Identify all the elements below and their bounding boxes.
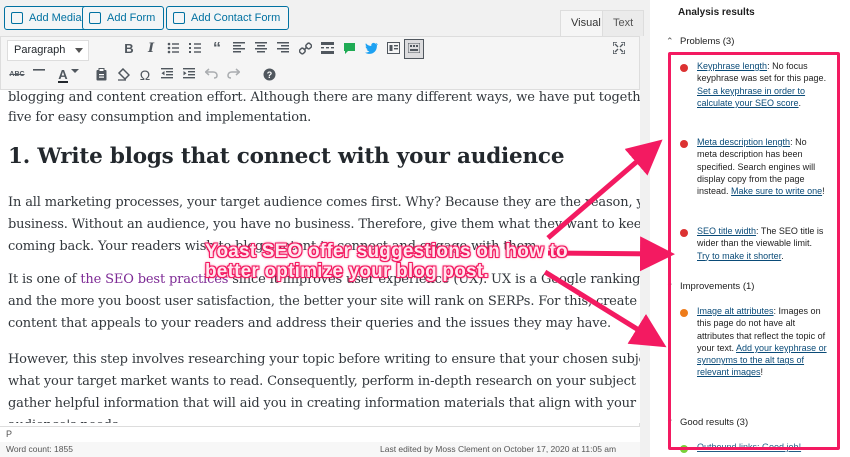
add-contact-form-button[interactable]: Add Contact Form bbox=[166, 6, 290, 30]
align-center-icon[interactable] bbox=[251, 39, 271, 59]
problem-end: ! bbox=[822, 186, 825, 197]
add-media-label: Add Media bbox=[29, 12, 82, 24]
italic-icon[interactable]: I bbox=[141, 39, 161, 59]
horizontal-line-icon[interactable] bbox=[29, 65, 49, 85]
read-more-icon[interactable] bbox=[317, 39, 337, 59]
tab-text[interactable]: Text bbox=[602, 10, 645, 36]
clear-formatting-icon[interactable] bbox=[113, 65, 133, 85]
bullet-list-icon[interactable] bbox=[163, 39, 183, 59]
content-line: In all marketing processes, your target … bbox=[8, 195, 640, 210]
special-character-icon[interactable]: Ω bbox=[135, 65, 155, 85]
content-line: business. Without an audience, you have … bbox=[8, 217, 640, 232]
blockquote-icon[interactable]: “ bbox=[207, 39, 227, 59]
improvements-toggle[interactable]: ⌃ Improvements (1) bbox=[666, 281, 755, 292]
content-text: It is one of bbox=[8, 272, 81, 287]
problems-toggle[interactable]: ⌃ Problems (3) bbox=[666, 36, 735, 47]
annotation-caption-line2: better optimize your blog post. bbox=[205, 261, 489, 282]
problem-end: . bbox=[798, 97, 802, 108]
content-line: audience's needs. bbox=[8, 415, 123, 423]
keyphrase-length-link[interactable]: Keyphrase length bbox=[697, 61, 767, 71]
improvement-bullet-icon bbox=[680, 309, 688, 317]
grid-icon[interactable] bbox=[383, 39, 403, 59]
improvement-end: ! bbox=[760, 367, 764, 378]
strikethrough-icon[interactable]: ABC bbox=[7, 65, 27, 85]
align-left-icon[interactable] bbox=[229, 39, 249, 59]
chevron-up-icon: ⌃ bbox=[666, 417, 674, 427]
help-icon[interactable]: ? bbox=[259, 65, 279, 85]
problem-item: Meta description length: No meta descrip… bbox=[697, 136, 827, 197]
twitter-icon[interactable] bbox=[361, 39, 381, 59]
chevron-up-icon: ⌃ bbox=[666, 281, 674, 291]
problems-heading: Problems (3) bbox=[680, 36, 735, 47]
indent-icon[interactable] bbox=[179, 65, 199, 85]
content-line: content that appeals to your readers and… bbox=[8, 316, 611, 331]
annotation-caption-line1: Yoast SEO offer suggestions on how to bbox=[205, 241, 568, 262]
problem-bullet-icon bbox=[680, 140, 688, 148]
problem-bullet-icon bbox=[680, 229, 688, 237]
svg-text:?: ? bbox=[266, 70, 272, 80]
editor-toolbar: Paragraph B I “ ABC A Ω ? bbox=[0, 36, 640, 90]
paste-text-icon[interactable] bbox=[91, 65, 111, 85]
link-icon[interactable] bbox=[295, 39, 315, 59]
add-media-button[interactable]: Add Media bbox=[4, 6, 91, 30]
good-results-heading: Good results (3) bbox=[680, 417, 749, 428]
improvements-heading: Improvements (1) bbox=[680, 281, 755, 292]
meta-description-link[interactable]: Meta description length bbox=[697, 137, 790, 147]
set-keyphrase-link[interactable]: Set a keyphrase in order to calculate yo… bbox=[697, 86, 805, 108]
problem-bullet-icon bbox=[680, 64, 688, 72]
problem-item: Keyphrase length: No focus keyphrase was… bbox=[697, 60, 827, 109]
improvement-item: Image alt attributes: Images on this pag… bbox=[697, 305, 827, 379]
toolbar-toggle-icon[interactable] bbox=[404, 39, 424, 59]
content-line: gather helpful information that will aid… bbox=[8, 396, 636, 411]
align-right-icon[interactable] bbox=[273, 39, 293, 59]
good-item: Outbound links: Good job! bbox=[697, 441, 827, 453]
add-form-button[interactable]: Add Form bbox=[82, 6, 165, 30]
format-select-value: Paragraph bbox=[14, 44, 66, 56]
content-heading: 1. Write blogs that connect with your au… bbox=[8, 144, 565, 169]
outdent-icon[interactable] bbox=[157, 65, 177, 85]
yoast-analysis-panel: Analysis results ⌃ Problems (3) Keyphras… bbox=[650, 0, 850, 457]
problem-item: SEO title width: The SEO title is wider … bbox=[697, 225, 827, 262]
media-icon bbox=[11, 12, 23, 24]
undo-icon[interactable] bbox=[201, 65, 221, 85]
image-alt-link[interactable]: Image alt attributes bbox=[697, 306, 774, 316]
good-results-toggle[interactable]: ⌃ Good results (3) bbox=[666, 417, 749, 428]
chat-icon[interactable] bbox=[339, 39, 359, 59]
element-path: P bbox=[0, 426, 640, 442]
content-line: what your target market wants to read. C… bbox=[8, 374, 640, 389]
add-form-label: Add Form bbox=[107, 12, 156, 24]
classic-editor: Add Media Add Form Add Contact Form Visu… bbox=[0, 0, 645, 457]
write-one-link[interactable]: Make sure to write one bbox=[731, 186, 822, 196]
chevron-up-icon: ⌃ bbox=[666, 36, 674, 46]
media-buttons-row: Add Media Add Form Add Contact Form Visu… bbox=[0, 0, 645, 36]
last-edited: Last edited by Moss Clement on October 1… bbox=[380, 444, 617, 454]
contact-form-icon bbox=[173, 12, 185, 24]
form-icon bbox=[89, 12, 101, 24]
bold-icon[interactable]: B bbox=[119, 39, 139, 59]
make-shorter-link[interactable]: Try to make it shorter bbox=[697, 251, 781, 261]
word-count: Word count: 1855 bbox=[6, 444, 73, 454]
content-line: However, this step involves researching … bbox=[8, 352, 640, 367]
content-line: and the more you boost user satisfaction… bbox=[8, 294, 640, 309]
problem-end: . bbox=[781, 250, 784, 261]
outbound-links-link[interactable]: Outbound links: Good job! bbox=[697, 442, 801, 452]
format-select[interactable]: Paragraph bbox=[7, 40, 89, 61]
content-line: five for easy consumption and implementa… bbox=[8, 110, 312, 125]
add-contact-form-label: Add Contact Form bbox=[191, 12, 281, 24]
content-scrollbar[interactable] bbox=[630, 90, 640, 426]
numbered-list-icon[interactable] bbox=[185, 39, 205, 59]
editor-status-bar: Word count: 1855 Last edited by Moss Cle… bbox=[0, 442, 640, 457]
analysis-title: Analysis results bbox=[678, 7, 755, 18]
chevron-down-icon[interactable] bbox=[69, 65, 81, 85]
chevron-down-icon bbox=[75, 48, 83, 53]
redo-icon[interactable] bbox=[223, 65, 243, 85]
wordpress-editor-screen: Add Media Add Form Add Contact Form Visu… bbox=[0, 0, 850, 457]
seo-title-width-link[interactable]: SEO title width bbox=[697, 226, 756, 236]
good-bullet-icon bbox=[680, 445, 688, 453]
fullscreen-icon[interactable] bbox=[609, 39, 629, 59]
